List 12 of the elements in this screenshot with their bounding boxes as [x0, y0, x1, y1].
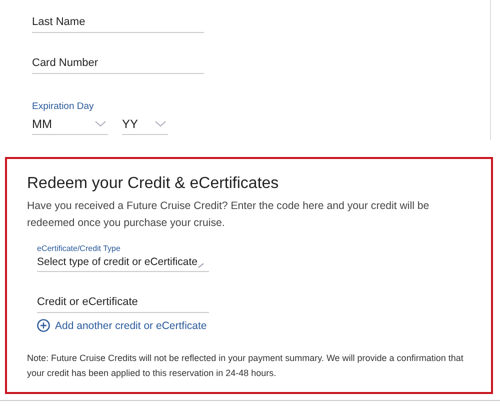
dropdown[interactable]: Select type of credit or eCertificate [37, 256, 209, 272]
field-label: Expiration Day [32, 101, 94, 112]
dropdown[interactable]: YY [122, 116, 168, 135]
description: Have you received a Future Cruise Credit? Enter the code here and your credit will be redeemed once you purchase your cruise. [27, 199, 430, 231]
add-link[interactable]: Add another credit or eCertficate [37, 319, 207, 332]
card-number-field[interactable]: Card Number [32, 55, 204, 74]
field-label: eCertificate/Credit Type [37, 244, 122, 253]
dropdown[interactable]: MM [32, 116, 108, 135]
note-text: Note: Future Cruise Credits will not be reflected in your payment summary. We will provide a confirmation that your credit has been applied to this reservation in 24-48 hours. [27, 352, 464, 380]
section-title: Redeem your Credit & eCertificates [27, 175, 280, 193]
code-field[interactable]: Credit or eCertificate [37, 294, 209, 313]
name-field[interactable]: Last Name [32, 14, 204, 33]
